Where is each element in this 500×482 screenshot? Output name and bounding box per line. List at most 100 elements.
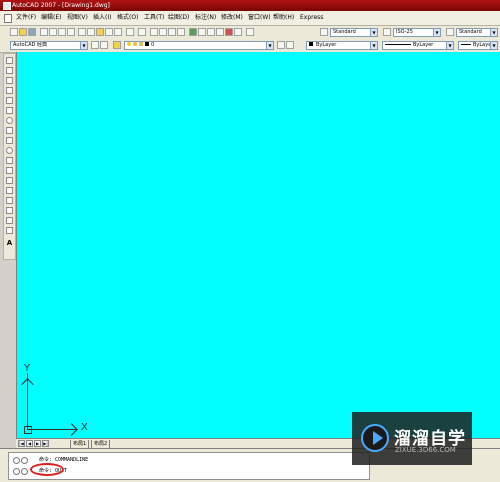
menu-view[interactable]: 视图(V): [67, 13, 88, 22]
cut-icon[interactable]: [78, 28, 86, 36]
menu-express[interactable]: Express: [300, 13, 323, 22]
menu-format[interactable]: 格式(O): [117, 13, 138, 22]
paste-icon[interactable]: [96, 28, 104, 36]
layers-toolbar: AutoCAD 经典 ▼ 0 ▼ ByLayer ▼ ByLayer ▼ ByLaye…: [0, 39, 500, 53]
layer-color-swatch: [145, 42, 149, 46]
my-workspace-icon[interactable]: [100, 41, 108, 49]
print-preview-icon[interactable]: [49, 28, 57, 36]
menu-file[interactable]: 文件(F): [16, 13, 36, 22]
markup-icon[interactable]: [225, 28, 233, 36]
document-icon[interactable]: [4, 14, 12, 23]
table-style-value: Standard: [459, 29, 482, 35]
copy-icon[interactable]: [87, 28, 95, 36]
insert-block-icon[interactable]: [6, 167, 13, 174]
chevron-down-icon[interactable]: ▼: [266, 42, 273, 49]
redo-icon[interactable]: [138, 28, 146, 36]
layer-select[interactable]: 0 ▼: [124, 41, 274, 50]
gradient-icon[interactable]: [6, 207, 13, 214]
zoom-previous-icon[interactable]: [177, 28, 185, 36]
workspace-settings-icon[interactable]: [91, 41, 99, 49]
menu-dimension[interactable]: 标注(N): [195, 13, 216, 22]
polyline-icon[interactable]: [6, 77, 13, 84]
workspace-value: AutoCAD 经典: [13, 42, 47, 48]
table-style-select[interactable]: Standard ▼: [456, 28, 498, 37]
layer-previous-icon[interactable]: [286, 41, 294, 49]
sheet-set-icon[interactable]: [216, 28, 224, 36]
dim-style-select[interactable]: ISO-25 ▼: [393, 28, 441, 37]
ellipse-icon[interactable]: [6, 147, 13, 154]
hatch-icon[interactable]: [6, 197, 13, 204]
lineweight-select[interactable]: ByLayer ▼: [458, 41, 498, 50]
workspace-select[interactable]: AutoCAD 经典 ▼: [10, 41, 88, 50]
construction-line-icon[interactable]: [6, 67, 13, 74]
ellipse-arc-icon[interactable]: [6, 157, 13, 164]
rectangle-icon[interactable]: [6, 97, 13, 104]
circle-icon[interactable]: [6, 117, 13, 124]
chevron-down-icon[interactable]: ▼: [370, 42, 377, 49]
calculator-icon[interactable]: [234, 28, 242, 36]
arc-icon[interactable]: [6, 107, 13, 114]
make-current-layer-icon[interactable]: [277, 41, 285, 49]
publish-icon[interactable]: [58, 28, 66, 36]
point-icon[interactable]: [6, 187, 13, 194]
new-icon[interactable]: [10, 28, 18, 36]
open-icon[interactable]: [19, 28, 27, 36]
play-triangle-icon: [373, 431, 383, 445]
chevron-down-icon[interactable]: ▼: [433, 29, 440, 36]
polygon-icon[interactable]: [6, 87, 13, 94]
lock-icon: [139, 42, 143, 46]
linetype-select[interactable]: ByLayer ▼: [382, 41, 454, 50]
sun-icon: [133, 42, 137, 46]
color-select[interactable]: ByLayer ▼: [306, 41, 378, 50]
spline-icon[interactable]: [6, 137, 13, 144]
make-block-icon[interactable]: [6, 177, 13, 184]
zoom-realtime-icon[interactable]: [159, 28, 167, 36]
prev-tab-icon[interactable]: ◀: [26, 440, 33, 447]
tool-palettes-icon[interactable]: [207, 28, 215, 36]
block-editor-icon[interactable]: [114, 28, 122, 36]
properties-icon[interactable]: [189, 28, 197, 36]
layer-properties-icon[interactable]: [113, 41, 121, 49]
3d-dwf-icon[interactable]: [67, 28, 75, 36]
linetype-preview: [385, 44, 411, 45]
menu-insert[interactable]: 插入(I): [93, 13, 111, 22]
chevron-down-icon[interactable]: ▼: [80, 42, 87, 49]
undo-icon[interactable]: [126, 28, 134, 36]
revision-cloud-icon[interactable]: [6, 127, 13, 134]
autocad-app-icon[interactable]: [3, 2, 11, 10]
text-style-select[interactable]: Standard ▼: [330, 28, 378, 37]
chevron-down-icon[interactable]: ▼: [446, 42, 453, 49]
save-icon[interactable]: [28, 28, 36, 36]
print-icon[interactable]: [40, 28, 48, 36]
region-icon[interactable]: [6, 217, 13, 224]
command-options-icon: [21, 468, 28, 475]
table-icon[interactable]: [6, 227, 13, 234]
dim-style-icon[interactable]: [383, 28, 391, 36]
chevron-down-icon[interactable]: ▼: [490, 29, 497, 36]
command-prompt-icon: [13, 468, 20, 475]
chevron-down-icon[interactable]: ▼: [370, 29, 377, 36]
zoom-window-icon[interactable]: [168, 28, 176, 36]
menu-help[interactable]: 帮助(H): [273, 13, 294, 22]
table-style-icon[interactable]: [446, 28, 454, 36]
first-tab-icon[interactable]: |◀: [18, 440, 25, 447]
design-center-icon[interactable]: [198, 28, 206, 36]
menu-draw[interactable]: 绘图(D): [168, 13, 189, 22]
menu-edit[interactable]: 编辑(E): [41, 13, 61, 22]
match-properties-icon[interactable]: [105, 28, 113, 36]
light-bulb-icon: [127, 42, 131, 46]
ucs-x-label: X: [81, 422, 88, 433]
last-tab-icon[interactable]: ▶|: [42, 440, 49, 447]
text-style-icon[interactable]: [320, 28, 328, 36]
line-icon[interactable]: [6, 57, 13, 64]
next-tab-icon[interactable]: ▶: [34, 440, 41, 447]
chevron-down-icon[interactable]: ▼: [490, 42, 497, 49]
pan-icon[interactable]: [150, 28, 158, 36]
standard-toolbar: Standard ▼ ISO-25 ▼ Standard ▼: [0, 26, 500, 40]
menu-modify[interactable]: 修改(M): [221, 13, 243, 22]
menu-window[interactable]: 窗口(W): [248, 13, 271, 22]
help-icon[interactable]: [246, 28, 254, 36]
drawing-canvas[interactable]: [16, 52, 500, 438]
multiline-text-icon[interactable]: A: [6, 240, 13, 247]
menu-tools[interactable]: 工具(T): [144, 13, 164, 22]
